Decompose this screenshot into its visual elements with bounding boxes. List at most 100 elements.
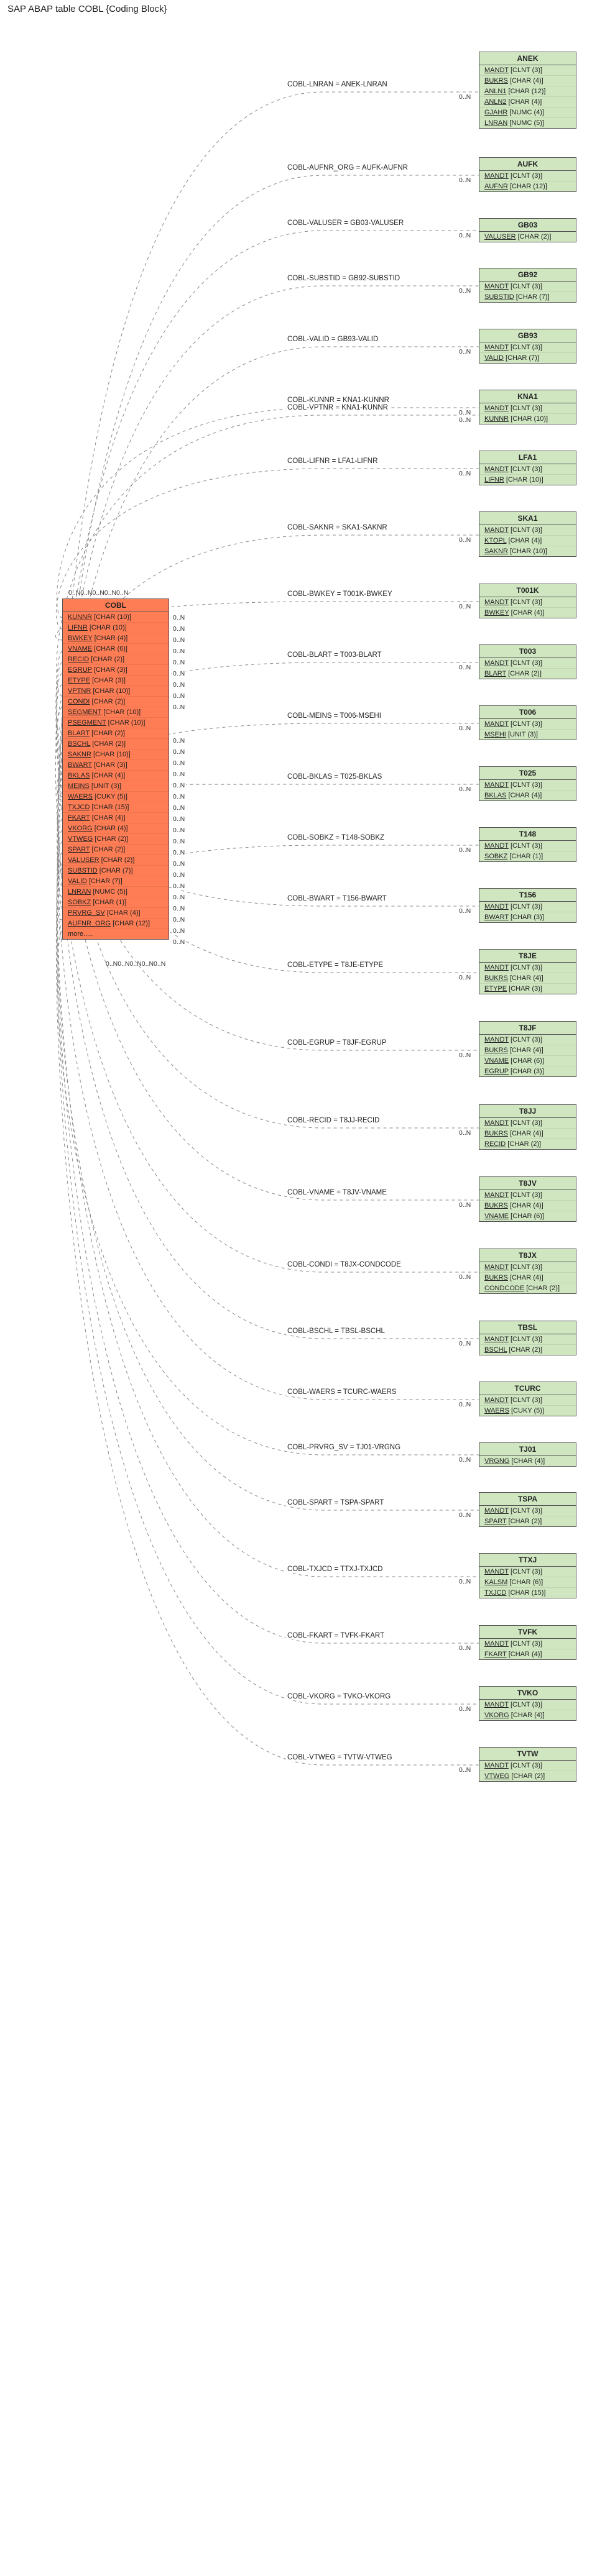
related-field: EGRUP [CHAR (3)] [479, 1066, 576, 1076]
related-field: RECID [CHAR (2)] [479, 1139, 576, 1149]
related-table-name: T8JV [479, 1177, 576, 1190]
cardinality-left: 0..N [172, 838, 186, 845]
related-field: BUKRS [CHAR (4)] [479, 76, 576, 86]
related-field: MANDT [CLNT (3)] [479, 171, 576, 181]
main-field: FKART [CHAR (4)] [63, 813, 169, 823]
main-field: VALID [CHAR (7)] [63, 876, 169, 887]
main-field: SEGMENT [CHAR (10)] [63, 707, 169, 718]
related-table-name: T003 [479, 645, 576, 658]
cardinality-left: 0..N [172, 894, 186, 901]
main-field: BWART [CHAR (3)] [63, 760, 169, 771]
related-table: TTXJMANDT [CLNT (3)]KALSM [CHAR (6)]TXJC… [479, 1553, 576, 1598]
cardinality-left: 0..N [172, 938, 186, 946]
cardinality-left: 0..N [172, 636, 186, 644]
main-field: MEINS [UNIT (3)] [63, 781, 169, 792]
related-field: MANDT [CLNT (3)] [479, 1700, 576, 1710]
cardinality-left: 0..N [172, 692, 186, 700]
main-field: ETYPE [CHAR (3)] [63, 676, 169, 686]
main-field: BKLAS [CHAR (4)] [63, 771, 169, 781]
related-field: ANLN2 [CHAR (4)] [479, 97, 576, 108]
related-field: MANDT [CLNT (3)] [479, 1761, 576, 1771]
related-field: MANDT [CLNT (3)] [479, 1506, 576, 1516]
related-table: GB93MANDT [CLNT (3)]VALID [CHAR (7)] [479, 329, 576, 364]
main-field: BWKEY [CHAR (4)] [63, 633, 169, 644]
related-field: VALUSER [CHAR (2)] [479, 232, 576, 242]
cardinality-left: 0..N [172, 648, 186, 655]
related-field: MANDT [CLNT (3)] [479, 1639, 576, 1649]
related-field: WAERS [CUKY (5)] [479, 1406, 576, 1416]
related-field: BWKEY [CHAR (4)] [479, 608, 576, 618]
related-table-name: LFA1 [479, 451, 576, 464]
related-table: T003MANDT [CLNT (3)]BLART [CHAR (2)] [479, 644, 576, 679]
related-table: T025MANDT [CLNT (3)]BKLAS [CHAR (4)] [479, 766, 576, 801]
relation-label: COBL-VNAME = T8JV-VNAME [286, 1189, 388, 1196]
related-field: VNAME [CHAR (6)] [479, 1211, 576, 1221]
main-field: VALUSER [CHAR (2)] [63, 855, 169, 866]
cardinality-right: 0..N [458, 603, 472, 610]
main-field: KUNNR [CHAR (10)] [63, 612, 169, 623]
related-table: KNA1MANDT [CLNT (3)]KUNNR [CHAR (10)] [479, 390, 576, 424]
related-field: MANDT [CLNT (3)] [479, 1567, 576, 1577]
related-table-name: GB93 [479, 329, 576, 342]
relation-label: COBL-WAERS = TCURC-WAERS [286, 1388, 398, 1396]
cardinality-right: 0..N [458, 1401, 472, 1408]
main-field: BSCHL [CHAR (2)] [63, 739, 169, 749]
related-table-name: ANEK [479, 52, 576, 65]
main-field: more..... [63, 929, 169, 939]
cardinality-right: 0..N [458, 409, 472, 416]
related-field: MANDT [CLNT (3)] [479, 282, 576, 292]
related-table-name: T8JX [479, 1249, 576, 1262]
relation-label: COBL-BKLAS = T025-BKLAS [286, 773, 383, 781]
main-table-cobl: COBL KUNNR [CHAR (10)]LIFNR [CHAR (10)]B… [62, 598, 169, 940]
main-field: SUBSTID [CHAR (7)] [63, 866, 169, 876]
related-field: VALID [CHAR (7)] [479, 353, 576, 363]
cardinality-left: 0..N [172, 882, 186, 890]
cardinality-right: 0..N [458, 536, 472, 544]
related-field: SUBSTID [CHAR (7)] [479, 292, 576, 302]
relation-label: COBL-BLART = T003-BLART [286, 651, 383, 659]
related-field: MANDT [CLNT (3)] [479, 1118, 576, 1129]
relation-label: COBL-VPTNR = KNA1-KUNNR [286, 404, 389, 411]
cardinality-left: 0..N [172, 681, 186, 689]
relation-label: COBL-SOBKZ = T148-SOBKZ [286, 834, 386, 841]
cardinality-left: 0..N [172, 815, 186, 823]
related-field: LIFNR [CHAR (10)] [479, 475, 576, 485]
relation-label: COBL-VTWEG = TVTW-VTWEG [286, 1754, 394, 1761]
related-table: T8JFMANDT [CLNT (3)]BUKRS [CHAR (4)]VNAM… [479, 1021, 576, 1077]
main-field: VTWEG [CHAR (2)] [63, 834, 169, 845]
relation-label: COBL-VKORG = TVKO-VKORG [286, 1693, 392, 1700]
main-field: VNAME [CHAR (6)] [63, 644, 169, 654]
relation-label: COBL-SAKNR = SKA1-SAKNR [286, 524, 389, 531]
related-table: ANEKMANDT [CLNT (3)]BUKRS [CHAR (4)]ANLN… [479, 52, 576, 129]
cardinality-right: 0..N [458, 1129, 472, 1137]
cardinality-right: 0..N [458, 232, 472, 239]
left-card-cluster-bot: 0..N0..N0..N0..N0..N [106, 960, 165, 968]
related-field: BUKRS [CHAR (4)] [479, 1045, 576, 1056]
related-table-name: T025 [479, 767, 576, 780]
related-table: TJ01VRGNG [CHAR (4)] [479, 1442, 576, 1467]
cardinality-right: 0..N [458, 664, 472, 671]
related-table: T001KMANDT [CLNT (3)]BWKEY [CHAR (4)] [479, 584, 576, 618]
relation-label: COBL-KUNNR = KNA1-KUNNR [286, 396, 391, 404]
cardinality-right: 0..N [458, 907, 472, 915]
related-table-name: KNA1 [479, 390, 576, 403]
main-field: WAERS [CUKY (5)] [63, 792, 169, 802]
related-table: GB03VALUSER [CHAR (2)] [479, 218, 576, 242]
cardinality-left: 0..N [172, 759, 186, 767]
cardinality-right: 0..N [458, 1273, 472, 1281]
related-table-name: T156 [479, 889, 576, 902]
main-field: BLART [CHAR (2)] [63, 728, 169, 739]
related-table-name: GB92 [479, 268, 576, 282]
cardinality-right: 0..N [458, 93, 472, 101]
related-table: T156MANDT [CLNT (3)]BWART [CHAR (3)] [479, 888, 576, 923]
related-field: BUKRS [CHAR (4)] [479, 1201, 576, 1211]
main-table-fields: KUNNR [CHAR (10)]LIFNR [CHAR (10)]BWKEY … [63, 612, 169, 939]
related-table: TVFKMANDT [CLNT (3)]FKART [CHAR (4)] [479, 1625, 576, 1660]
related-table-name: TSPA [479, 1493, 576, 1506]
main-field: SOBKZ [CHAR (1)] [63, 897, 169, 908]
related-table: T148MANDT [CLNT (3)]SOBKZ [CHAR (1)] [479, 827, 576, 862]
related-table: T8JEMANDT [CLNT (3)]BUKRS [CHAR (4)]ETYP… [479, 949, 576, 994]
cardinality-right: 0..N [458, 1766, 472, 1774]
related-field: CONDCODE [CHAR (2)] [479, 1283, 576, 1293]
relation-label: COBL-BWKEY = T001K-BWKEY [286, 590, 394, 598]
